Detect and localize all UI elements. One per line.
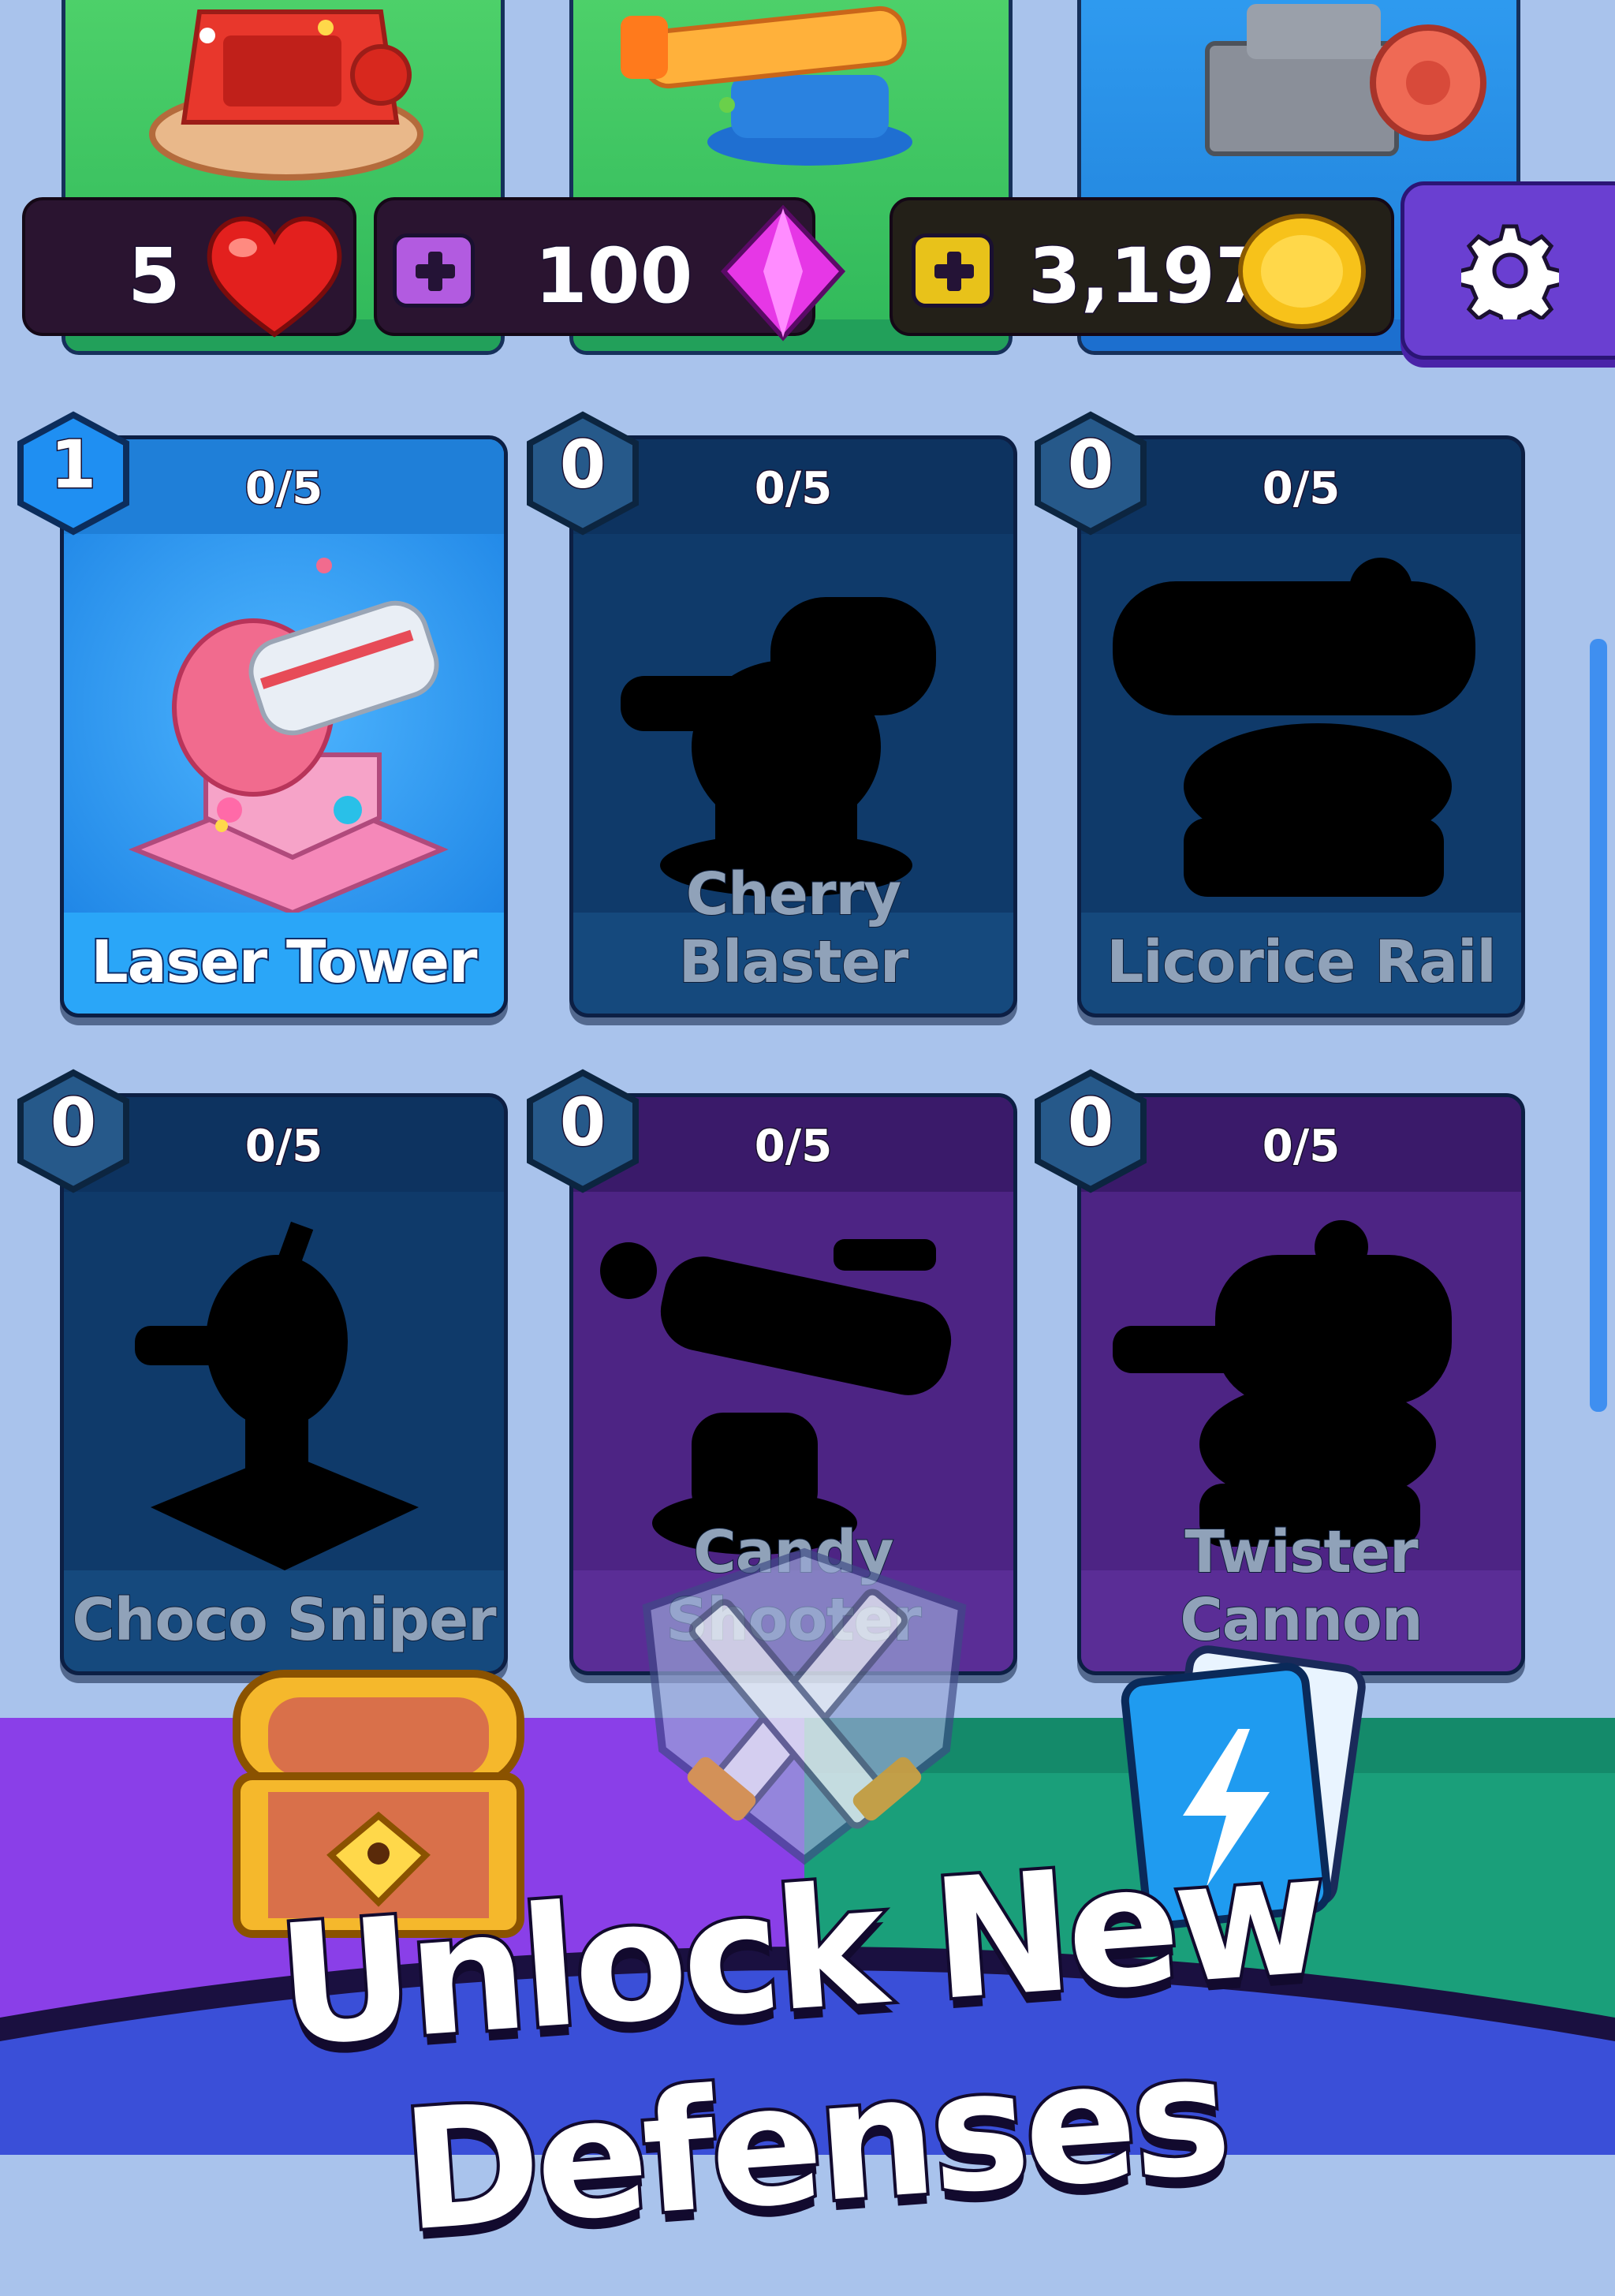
level-number: 1 — [49, 425, 97, 505]
crossed-swords-icon — [642, 1547, 967, 1865]
add-gems-button[interactable] — [393, 233, 475, 308]
tower-name: Licorice Rail — [1106, 928, 1498, 997]
card-art — [64, 1192, 504, 1578]
level-number: 0 — [1066, 425, 1114, 505]
licorice-rail-silhouette-icon — [1113, 558, 1475, 897]
gems-counter: 100 — [374, 197, 846, 342]
level-number: 0 — [558, 1083, 606, 1163]
level-badge: 0 — [524, 410, 642, 536]
heart-icon — [207, 216, 342, 338]
gems-value: 100 — [533, 231, 693, 322]
coins-value: 3,197 — [1028, 231, 1270, 322]
level-badge: 0 — [1031, 1068, 1150, 1194]
level-number: 0 — [49, 1083, 97, 1163]
twister-cannon-silhouette-icon — [1113, 1220, 1452, 1547]
nav-battle-button[interactable] — [615, 1544, 994, 1891]
lives-value: 5 — [127, 231, 182, 322]
level-badge: 0 — [524, 1068, 642, 1194]
gear-icon — [1461, 224, 1559, 319]
laser-tower-icon — [128, 558, 449, 913]
card-art — [1081, 534, 1521, 920]
scrollbar-thumb[interactable] — [1590, 639, 1607, 1412]
tower-name: Twister Cannon — [1179, 1518, 1423, 1655]
tower-name: Laser Tower — [89, 927, 479, 998]
choco-sniper-silhouette-icon — [135, 1221, 419, 1570]
level-badge: 0 — [1031, 410, 1150, 536]
gem-icon — [720, 204, 846, 342]
level-number: 0 — [558, 425, 606, 505]
tower-name: Cherry Blaster — [678, 860, 910, 997]
cherry-blaster-silhouette-icon — [621, 597, 936, 897]
coin-icon — [1238, 214, 1366, 329]
add-coins-button[interactable] — [912, 233, 994, 308]
coins-counter: 3,197 — [890, 197, 1394, 336]
settings-button[interactable] — [1401, 181, 1615, 360]
card-art — [64, 534, 504, 920]
level-number: 0 — [1066, 1083, 1114, 1163]
candy-shooter-silhouette-icon — [600, 1239, 952, 1555]
level-badge: 1 — [14, 410, 132, 536]
level-badge: 0 — [14, 1068, 132, 1194]
lives-counter: 5 — [22, 197, 356, 338]
